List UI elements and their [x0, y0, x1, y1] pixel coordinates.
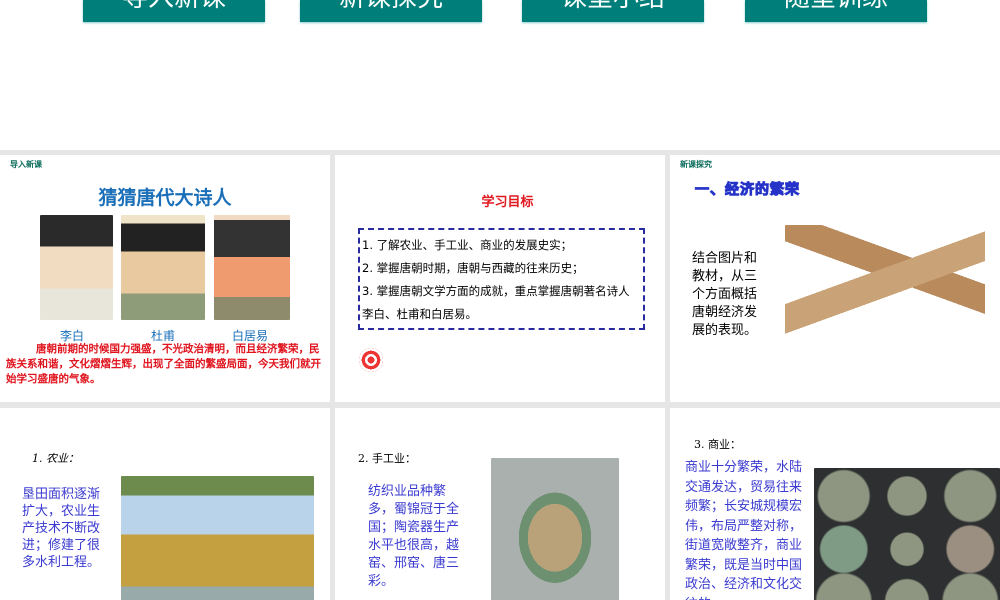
agriculture-text: 垦田面积逐渐扩大，农业生产技术不断改进；修建了很多水利工程。: [22, 487, 101, 570]
section-heading: 3. 商业：: [694, 438, 741, 451]
waterwheel-photo: [121, 476, 314, 600]
nav-button-intro[interactable]: 导入新课: [83, 0, 265, 22]
section-heading: 1. 农业：: [32, 452, 79, 465]
commerce-text: 商业十分繁荣，水陆交通发达，贸易往来频繁；长安城规模宏伟，布局严整对称，街道宽敞…: [685, 460, 803, 600]
goal-item: 2. 掌握唐朝时期，唐朝与西藏的往来历史；: [362, 261, 584, 275]
slide-thumbnail-3[interactable]: 新课探究 一、经济的繁荣 结合图片和教材，从三个方面概括唐朝经济发展的表现。: [670, 155, 1000, 402]
slide-thumbnail-4[interactable]: 1. 农业： 垦田面积逐渐扩大，农业生产技术不断改进；修建了很多水利工程。: [0, 408, 330, 600]
nav-label: 新课探究: [339, 0, 443, 13]
slide-thumbnail-6[interactable]: 3. 商业： 商业十分繁荣，水陆交通发达，贸易往来频繁；长安城规模宏伟，布局严整…: [670, 408, 1000, 600]
target-icon: [359, 348, 383, 372]
slide-thumbnail-2[interactable]: 学习目标 1. 了解农业、手工业、商业的发展史实； 2. 掌握唐朝时期，唐朝与西…: [335, 155, 665, 402]
nav-button-summary[interactable]: 课堂小结: [522, 0, 704, 22]
tang-sancai-camel-photo: [491, 458, 619, 600]
intro-paragraph: 唐朝前期的时候国力强盛，不光政治清明，而且经济繁荣，民族关系和谐，文化熠熠生辉，…: [6, 343, 321, 385]
slide-title: 一、经济的繁荣: [695, 182, 800, 199]
slide-title: 学习目标: [481, 195, 534, 210]
nav-label: 课堂小结: [561, 0, 665, 13]
portrait-du-fu: [121, 215, 205, 320]
nav-button-practice[interactable]: 随堂训练: [745, 0, 927, 22]
slide-grid: 导入新课 猜猜唐代大诗人 李白 杜甫 白居易 唐朝前期的时候国力强盛，不光政治清…: [0, 150, 1000, 600]
nav-button-explore[interactable]: 新课探究: [300, 0, 482, 22]
portrait-bai-juyi: [214, 215, 290, 320]
slide-title: 猜猜唐代大诗人: [98, 187, 232, 209]
instruction-text: 结合图片和教材，从三个方面概括唐朝经济发展的表现。: [692, 251, 758, 338]
section-tag: 新课探究: [680, 160, 712, 169]
nav-label: 导入新课: [122, 0, 226, 13]
section-heading: 2. 手工业：: [358, 452, 416, 465]
portrait-li-bai: [40, 215, 113, 320]
slide-thumbnail-1[interactable]: 导入新课 猜猜唐代大诗人 李白 杜甫 白居易 唐朝前期的时候国力强盛，不光政治清…: [0, 155, 330, 402]
nav-label: 随堂训练: [784, 0, 888, 13]
plough-illustration: [785, 225, 985, 350]
handicraft-text: 纺织业品种繁多，蜀锦冠于全国；陶瓷器生产水平也很高，越窑、邢窑、唐三彩。: [368, 484, 460, 589]
section-tag: 导入新课: [10, 160, 42, 169]
goals-box: 1. 了解农业、手工业、商业的发展史实； 2. 掌握唐朝时期，唐朝与西藏的往来历…: [358, 228, 645, 330]
slide-thumbnail-5[interactable]: 2. 手工业： 纺织业品种繁多，蜀锦冠于全国；陶瓷器生产水平也很高，越窑、邢窑、…: [335, 408, 665, 600]
goal-item: 1. 了解农业、手工业、商业的发展史实；: [362, 238, 573, 252]
goal-item: 3. 掌握唐朝文学方面的成就，重点掌握唐朝著名诗人李白、杜甫和白居易。: [362, 284, 630, 321]
kaiyuan-coins-photo: [814, 468, 1000, 600]
